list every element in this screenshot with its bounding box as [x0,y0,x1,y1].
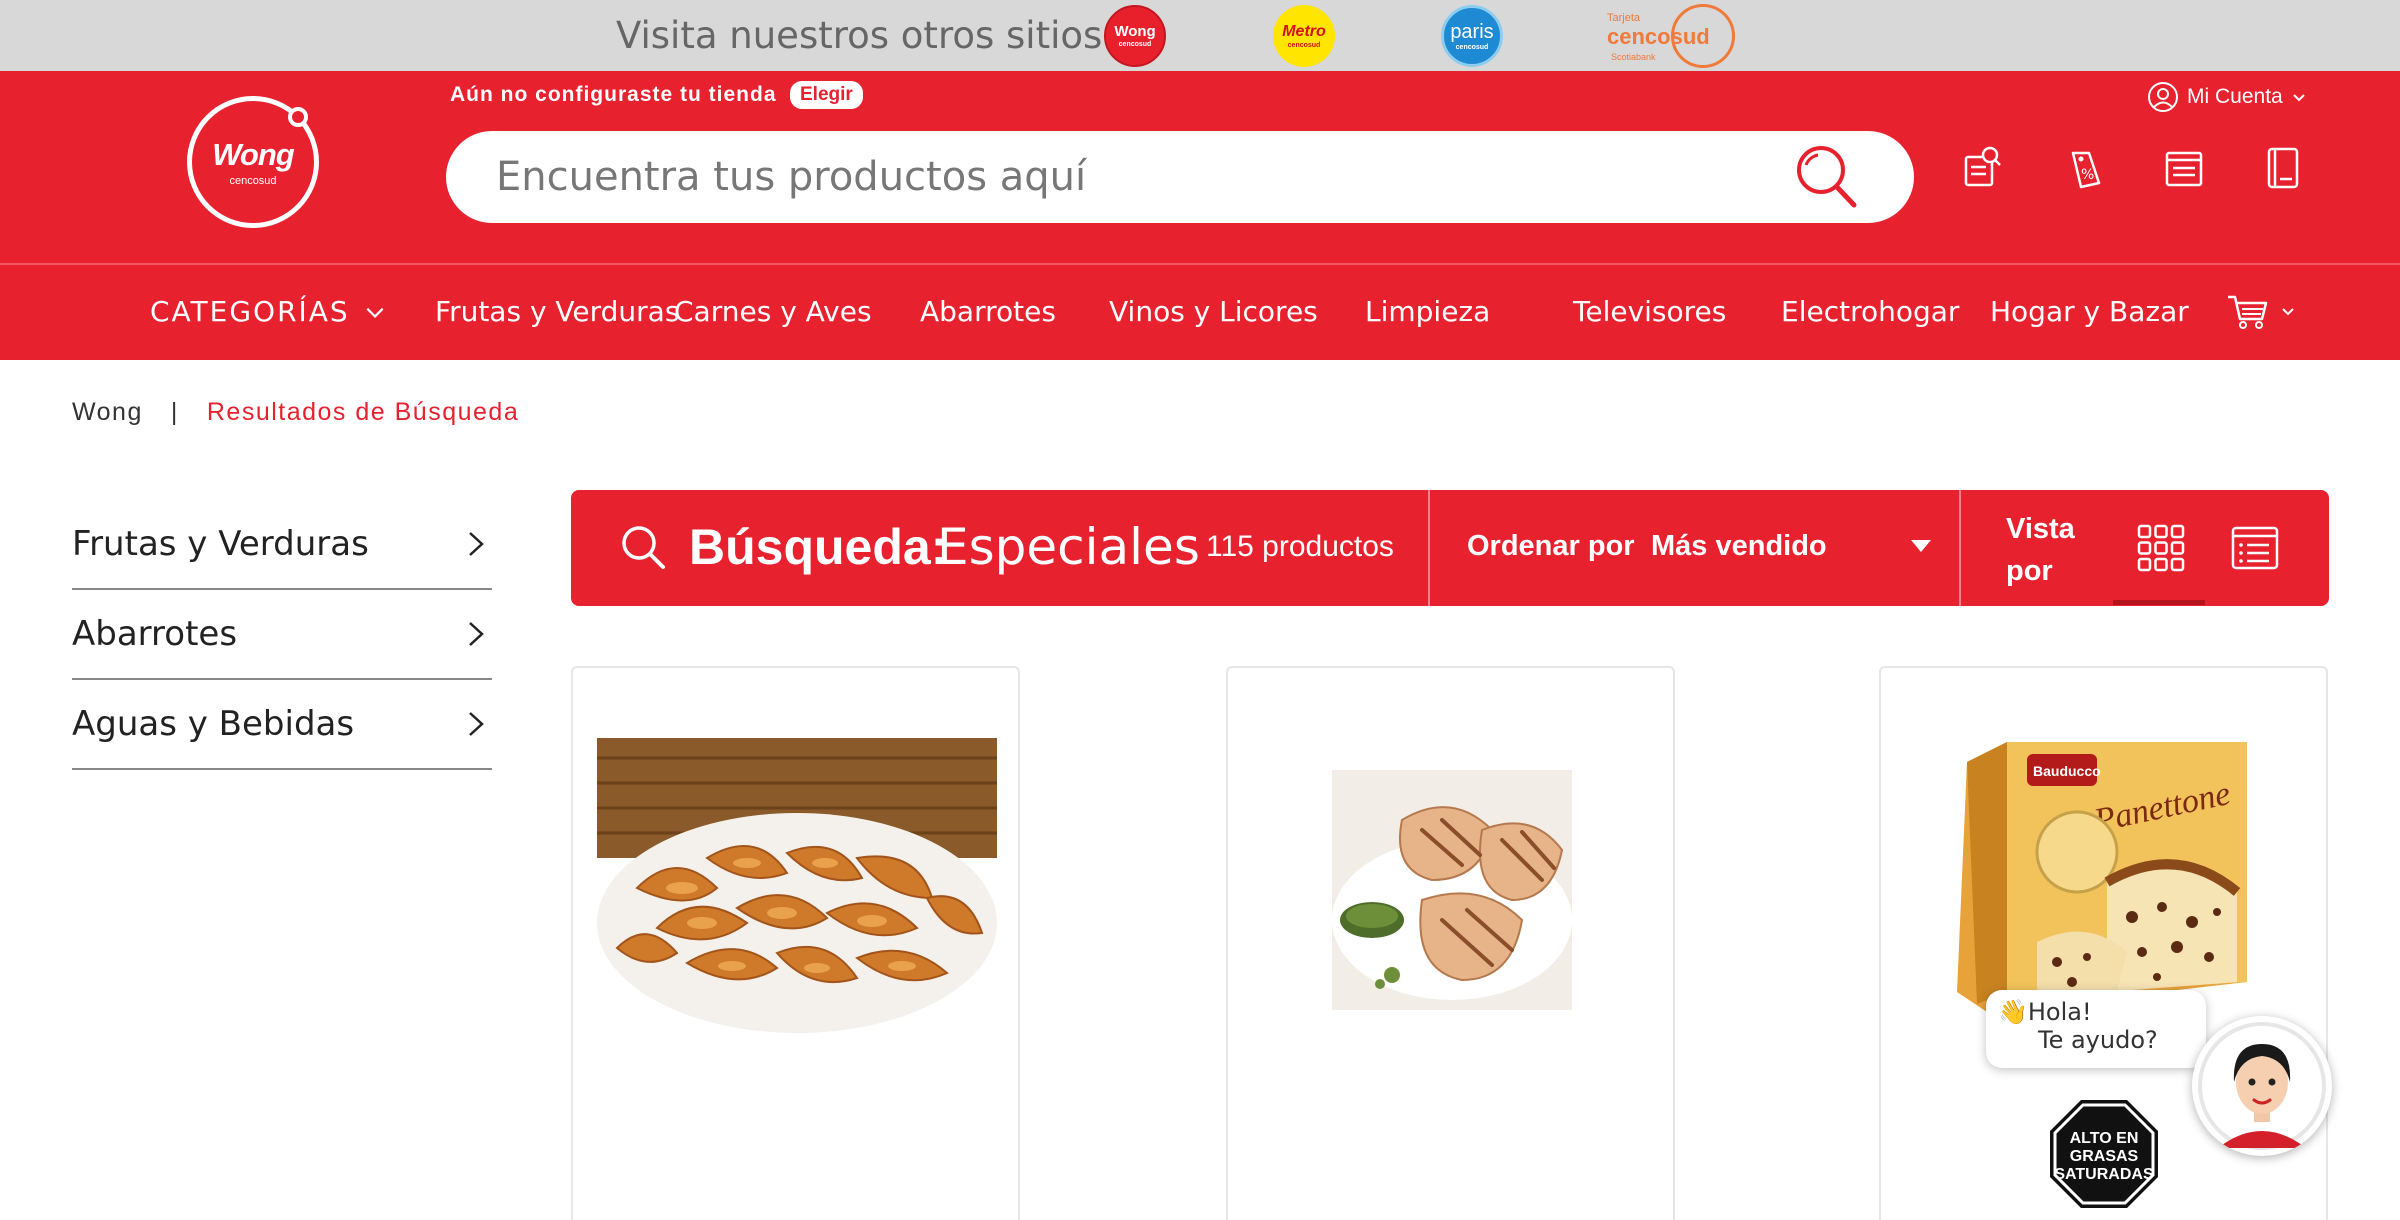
nav-televisores[interactable]: Televisores [1573,295,1726,328]
nav-electrohogar[interactable]: Electrohogar [1781,295,1959,328]
nav-hogar-bazar[interactable]: Hogar y Bazar [1990,295,2189,328]
list-view-icon[interactable] [2231,524,2279,572]
cart-dropdown[interactable] [2226,291,2296,331]
chevron-down-icon [2282,308,2294,316]
breadcrumb-home[interactable]: Wong [72,398,143,427]
caret-down-icon[interactable] [1911,540,1931,552]
main-header: Wong cencosud Aún no configuraste tu tie… [0,71,2400,263]
category-nav: CATEGORÍAS Frutas y Verduras Carnes y Av… [0,263,2400,360]
user-icon [2148,82,2178,112]
wong-site-link[interactable]: Wong cencosud [1104,5,1166,67]
product-card[interactable] [571,666,1020,1220]
nav-frutas-verduras[interactable]: Frutas y Verduras [435,295,679,328]
product-card[interactable] [1226,666,1675,1220]
store-config-text: Aún no configuraste tu tienda [450,83,777,106]
chat-assistant-button[interactable] [2192,1016,2332,1156]
sidebar-item-frutas-verduras[interactable]: Frutas y Verduras [72,500,492,590]
product-count: 115 productos [1206,530,1394,563]
search-term: Especiales [937,518,1200,576]
product-image-panettone[interactable]: Bauducco Panettone [1947,742,2259,1012]
high-saturated-fat-warning-icon: ALTO EN GRASAS SATURADAS [2050,1100,2158,1208]
nav-abarrotes[interactable]: Abarrotes [920,295,1056,328]
svg-text:SATURADAS: SATURADAS [2054,1166,2154,1183]
search-input[interactable] [496,131,1746,223]
choose-store-button[interactable]: Elegir [790,81,863,109]
breadcrumb: Wong | Resultados de Búsqueda [72,398,519,427]
svg-text:%: % [2081,167,2094,183]
active-view-indicator [2113,600,2205,605]
search-bar [446,131,1914,223]
tarjeta-cencosud-link[interactable]: Tarjeta cencosud Scotiabank [1605,4,1735,68]
cart-icon [2228,295,2268,329]
sort-select[interactable]: Más vendido [1651,530,1827,563]
product-image-pollo[interactable] [1332,770,1572,1010]
chevron-down-icon [2293,94,2305,102]
nav-carnes-aves[interactable]: Carnes y Aves [674,295,872,328]
categories-dropdown[interactable]: CATEGORÍAS [150,295,386,328]
svg-text:ALTO EN: ALTO EN [2070,1130,2139,1147]
svg-text:Bauducco: Bauducco [2033,763,2101,779]
chevron-right-icon [469,712,484,736]
chevron-down-icon [366,307,384,318]
nav-vinos-licores[interactable]: Vinos y Licores [1109,295,1318,328]
list-icon[interactable] [2159,143,2209,193]
product-image-papas[interactable] [597,738,997,1038]
sidebar-item-aguas-bebidas[interactable]: Aguas y Bebidas [72,680,492,770]
search-results-bar: Búsqueda: Especiales 115 productos Orden… [571,490,2329,606]
nav-limpieza[interactable]: Limpieza [1365,295,1490,328]
paris-site-link[interactable]: paris cencosud [1441,5,1503,67]
assistant-avatar-icon [2198,1022,2326,1150]
breadcrumb-current: Resultados de Búsqueda [206,398,520,426]
view-label: Vista por [2006,513,2075,587]
promo-tag-icon[interactable]: % [2059,143,2109,193]
grid-view-icon[interactable] [2137,524,2185,572]
sort-label: Ordenar por [1467,530,1635,562]
search-label: Búsqueda: [689,519,948,575]
divider [1959,490,1961,606]
chevron-right-icon [469,532,484,556]
other-sites-bar: Visita nuestros otros sitios: Wong cenco… [0,0,2400,71]
search-list-icon[interactable] [1958,143,2008,193]
svg-text:GRASAS: GRASAS [2070,1148,2139,1165]
sidebar-item-abarrotes[interactable]: Abarrotes [72,590,492,680]
notebook-icon[interactable] [2258,143,2308,193]
search-icon[interactable] [1794,143,1860,211]
search-icon [622,526,665,569]
chat-greeting-bubble[interactable]: 👋Hola! Te ayudo? [1986,990,2206,1068]
my-account-menu[interactable]: Mi Cuenta [2147,81,2307,113]
chevron-right-icon [469,622,484,646]
other-sites-label: Visita nuestros otros sitios: [616,14,1115,57]
divider [1428,490,1430,606]
wong-logo[interactable]: Wong cencosud [187,96,319,228]
breadcrumb-separator: | [170,398,179,426]
metro-site-link[interactable]: Metro cencosud [1273,5,1335,67]
